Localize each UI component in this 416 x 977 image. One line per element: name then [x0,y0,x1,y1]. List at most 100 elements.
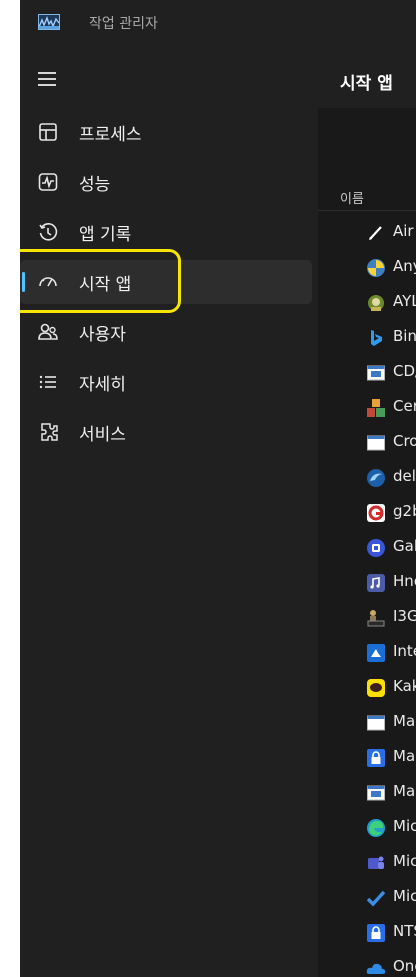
column-header-name[interactable]: 이름 [340,188,364,207]
kakaotalk-icon [367,679,385,697]
certificate-icon [367,399,385,417]
list-item-label: Any [393,257,416,275]
divider [318,210,416,211]
list-item-label: AYL [393,292,416,310]
list-item-label: Air [393,222,414,240]
active-indicator [22,272,25,292]
list-item[interactable]: Mic [318,882,416,917]
services-icon [41,423,58,441]
g2b-icon [367,504,385,522]
list-item-label: Hnc [393,572,416,590]
startup-apps-icon [39,277,57,287]
processes-icon [39,123,57,141]
nav-item-label: 프로세스 [79,125,142,145]
list-item[interactable]: g2b [318,497,416,532]
nav-item-processes[interactable]: 프로세스 [20,110,312,154]
intel-icon [367,644,385,662]
list-item-label: I3G [393,607,416,625]
list-item-label: Ma [393,782,416,800]
window-app-icon [367,365,385,381]
list-item-label: g2b [393,502,416,520]
list-item-label: Cro [393,432,416,450]
list-item-label: Kak [393,677,416,695]
blank-window-icon [367,715,385,731]
ayl-icon [368,295,384,311]
nav-item-startup-apps[interactable]: 시작 앱 [20,260,312,304]
list-item[interactable]: One [318,952,416,977]
lock-icon [367,749,385,767]
list-item[interactable]: Ma [318,707,416,742]
window-app-icon [367,785,385,801]
list-item[interactable]: Gal [318,532,416,567]
nav-item-services[interactable]: 서비스 [20,410,312,454]
page-title: 시작 앱 [340,74,393,94]
app-history-icon [39,223,58,241]
nav-item-performance[interactable]: 성능 [20,160,312,204]
list-item[interactable]: NTS [318,917,416,952]
users-icon [38,323,58,340]
main-content: 시작 앱 이름 Air Any AYL Bin CD/ [318,52,416,977]
nav-item-label: 시작 앱 [79,275,132,295]
teams-icon [368,856,384,869]
list-item-label: Ma [393,747,416,765]
pen-icon [369,226,382,240]
task-manager-window: 작업 관리자 프로세스 성능 앱 기록 시작 앱 사용자 자세히 서비스 시작 … [20,0,416,977]
nav-item-label: 서비스 [79,425,126,445]
bing-icon [371,330,382,346]
performance-icon [38,173,58,191]
hamburger-menu-icon[interactable] [38,72,58,88]
list-item-label: Inte [393,642,416,660]
list-item-label: Ma [393,712,416,730]
list-item[interactable]: Bin [318,322,416,357]
nav-item-app-history[interactable]: 앱 기록 [20,210,312,254]
nav-item-label: 사용자 [79,325,126,345]
list-item-label: Bin [393,327,416,345]
list-item-label: One [393,957,416,975]
blank-window-icon [367,435,385,451]
nav-sidebar: 프로세스 성능 앱 기록 시작 앱 사용자 자세히 서비스 [20,110,312,460]
list-item-label: Mic [393,887,416,905]
lock-icon [367,924,385,942]
list-item-label: NTS [393,922,416,940]
list-item[interactable]: del [318,462,416,497]
list-item[interactable]: AYL [318,287,416,322]
dolphin-icon [367,469,385,487]
content-header: 시작 앱 [318,52,416,108]
list-item-label: Gal [393,537,416,555]
edge-icon [367,819,385,837]
list-item[interactable]: Mic [318,812,416,847]
nav-item-label: 자세히 [79,375,126,395]
python-icon [367,259,385,277]
startup-app-list: Air Any AYL Bin CD/ Cer [318,217,416,977]
list-item-label: Mic [393,852,416,870]
list-item[interactable]: Hnc [318,567,416,602]
list-item[interactable]: Cer [318,392,416,427]
list-item-label: del [393,467,416,485]
list-item[interactable]: I3G [318,602,416,637]
list-item-label: CD/ [393,362,416,380]
list-item[interactable]: Mic [318,847,416,882]
list-item[interactable]: Ma [318,742,416,777]
nav-item-details[interactable]: 자세히 [20,360,312,404]
nav-item-label: 앱 기록 [79,225,132,245]
todo-check-icon [366,890,386,907]
list-item-label: Cer [393,397,416,415]
list-item[interactable]: Any [318,252,416,287]
galaxy-icon [367,539,385,557]
list-item[interactable]: Inte [318,637,416,672]
window-title: 작업 관리자 [89,16,158,32]
list-item[interactable]: Ma [318,777,416,812]
list-item[interactable]: Air [318,217,416,252]
hnc-icon [367,574,385,592]
nav-item-label: 성능 [79,175,111,195]
list-item-label: Mic [393,817,416,835]
task-manager-icon [38,14,60,30]
list-item[interactable]: Kak [318,672,416,707]
nav-item-users[interactable]: 사용자 [20,310,312,354]
onedrive-icon [366,963,386,974]
list-item[interactable]: Cro [318,427,416,462]
i3g-icon [367,610,385,627]
list-item[interactable]: CD/ [318,357,416,392]
title-bar: 작업 관리자 [20,0,416,46]
details-icon [39,375,56,389]
